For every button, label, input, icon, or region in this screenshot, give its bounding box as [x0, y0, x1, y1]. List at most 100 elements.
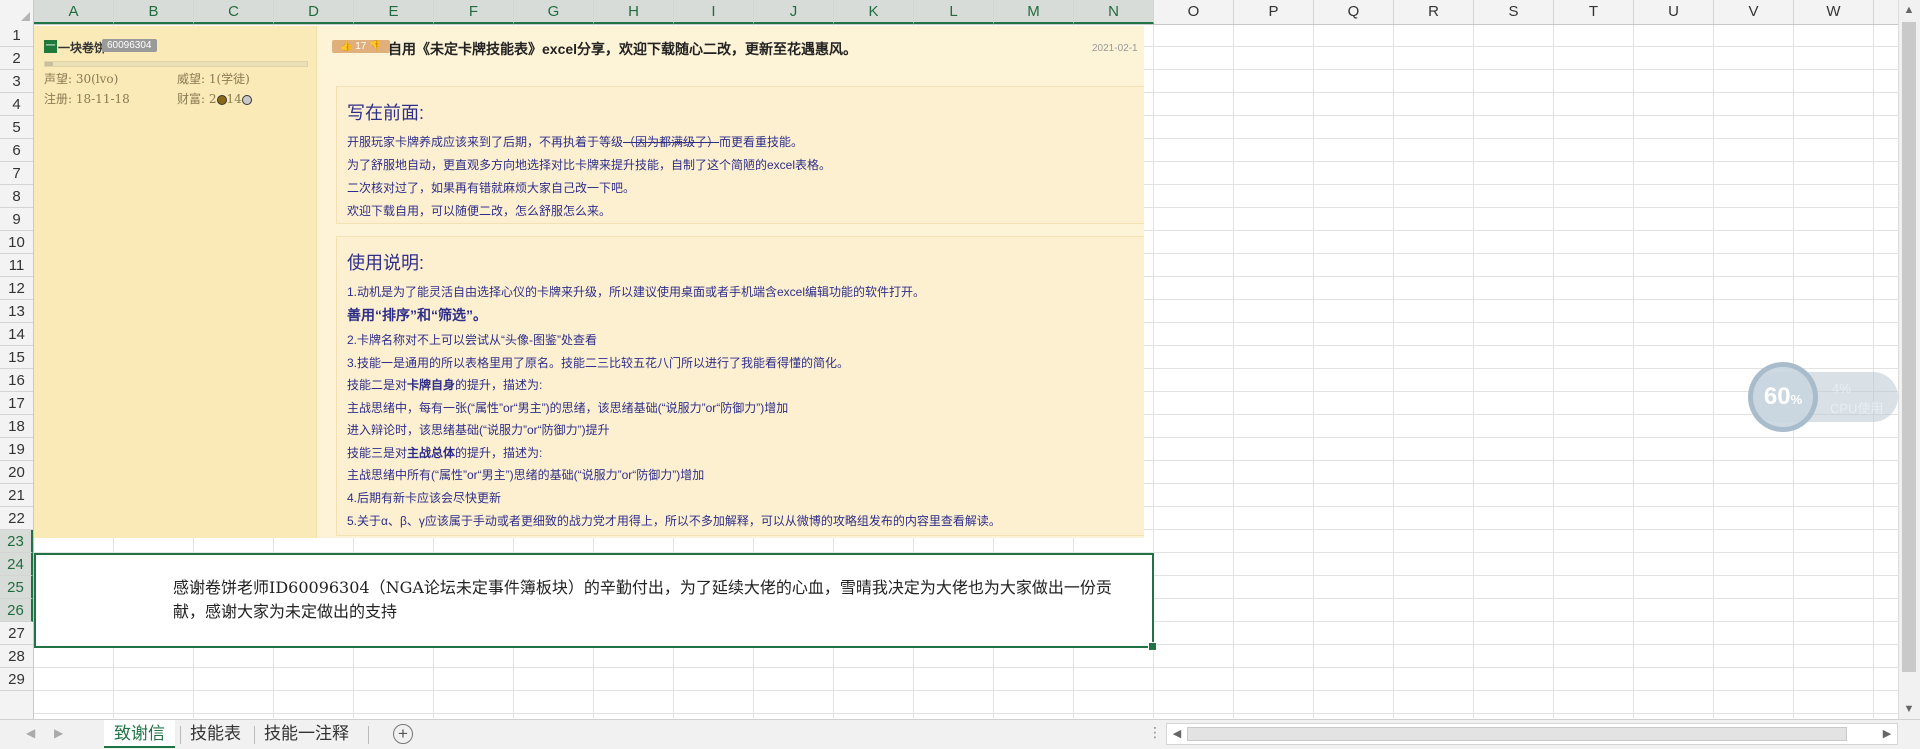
- row-header-11[interactable]: 11: [0, 254, 33, 277]
- intro-heading: 写在前面:: [347, 103, 425, 123]
- column-header-N[interactable]: N: [1074, 0, 1154, 24]
- column-header-F[interactable]: F: [434, 0, 514, 24]
- column-header-R[interactable]: R: [1394, 0, 1474, 24]
- column-header-G[interactable]: G: [514, 0, 594, 24]
- select-all-corner[interactable]: [0, 0, 34, 24]
- tab-scroll-right-icon[interactable]: ▶: [54, 726, 63, 740]
- row-header-9[interactable]: 9: [0, 208, 33, 231]
- coin-icon: [216, 94, 227, 105]
- usage-line-5: 技能二是对卡牌自身的提升，描述为:: [347, 378, 543, 392]
- column-header-D[interactable]: D: [274, 0, 354, 24]
- column-header-K[interactable]: K: [834, 0, 914, 24]
- usage-line-2: 善用“排序”和“筛选”。: [347, 307, 487, 323]
- like-count-badge: 👍 17 👎: [332, 40, 390, 53]
- usage-line-8: 技能三是对主战总体的提升，描述为:: [347, 446, 543, 460]
- register-label: 注册: 18-11-18: [44, 92, 130, 106]
- tab-skills[interactable]: 技能表: [180, 720, 251, 748]
- usage-line-9: 主战思绪中所有(“属性”or“男主”)思绪的基础(“说服力”or“防御力”)增加: [347, 468, 705, 482]
- row-header-13[interactable]: 13: [0, 300, 33, 323]
- column-header-Q[interactable]: Q: [1314, 0, 1394, 24]
- row-header-24[interactable]: 24: [0, 553, 33, 576]
- vertical-scroll-thumb[interactable]: [1902, 22, 1916, 672]
- column-header-V[interactable]: V: [1714, 0, 1794, 24]
- spreadsheet: ABCDEFGHIJKLMNOPQRSTUVW 1 2 3 4 5 6 7 8 9 10 11 12 1…: [0, 0, 1920, 749]
- row-header-18[interactable]: 18: [0, 415, 33, 438]
- intro-line-3: 二次核对过了，如果再有错就麻烦大家自己改一下吧。: [347, 181, 636, 195]
- post-author-panel: 一 一块卷饼 60096304 声望: 30(lvo) 威望: 1(学徒) 注册…: [34, 26, 317, 538]
- add-sheet-icon[interactable]: +: [393, 724, 413, 744]
- forum-post-image[interactable]: 一 一块卷饼 60096304 声望: 30(lvo) 威望: 1(学徒) 注册…: [34, 26, 1144, 538]
- horizontal-scrollbar[interactable]: ◀ ▶: [1166, 723, 1898, 745]
- row-header-14[interactable]: 14: [0, 323, 33, 346]
- column-header-T[interactable]: T: [1554, 0, 1634, 24]
- post-username: 一块卷饼: [58, 41, 107, 55]
- scroll-right-icon[interactable]: ▶: [1877, 727, 1897, 740]
- row-header-27[interactable]: 27: [0, 622, 33, 645]
- row-header-12[interactable]: 12: [0, 277, 33, 300]
- row-header-8[interactable]: 8: [0, 185, 33, 208]
- tab-thanks[interactable]: 致谢信: [104, 720, 175, 748]
- row-header-25[interactable]: 25: [0, 576, 33, 599]
- usage-line-3: 2.卡牌名称对不上可以尝试从“头像-图鉴”处查看: [347, 333, 597, 347]
- row-header-17[interactable]: 17: [0, 392, 33, 415]
- column-header-B[interactable]: B: [114, 0, 194, 24]
- row-header-19[interactable]: 19: [0, 438, 33, 461]
- row-header-4[interactable]: 4: [0, 93, 33, 116]
- row-header-2[interactable]: 2: [0, 47, 33, 70]
- column-header-C[interactable]: C: [194, 0, 274, 24]
- scroll-left-icon[interactable]: ◀: [1167, 727, 1187, 740]
- row-header-5[interactable]: 5: [0, 116, 33, 139]
- column-header-P[interactable]: P: [1234, 0, 1314, 24]
- tab-skill-notes[interactable]: 技能一注释: [254, 720, 359, 748]
- column-header-J[interactable]: J: [754, 0, 834, 24]
- row-header-26[interactable]: 26: [0, 599, 33, 622]
- column-header-L[interactable]: L: [914, 0, 994, 24]
- column-header-bar: ABCDEFGHIJKLMNOPQRSTUVW: [0, 0, 1898, 25]
- wealth-label: 财富: 2 14: [177, 90, 252, 107]
- row-header-23[interactable]: 23: [0, 530, 33, 553]
- column-header-O[interactable]: O: [1154, 0, 1234, 24]
- usage-line-7: 进入辩论时，该思绪基础(“说服力”or“防御力”)提升: [347, 423, 610, 437]
- row-header-3[interactable]: 3: [0, 70, 33, 93]
- row-header-20[interactable]: 20: [0, 461, 33, 484]
- row-header-7[interactable]: 7: [0, 162, 33, 185]
- usage-line-1: 1.动机是为了能灵活自由选择心仪的卡牌来升级，所以建议使用桌面或者手机端含exc…: [347, 285, 926, 299]
- row-header-21[interactable]: 21: [0, 484, 33, 507]
- intro-line-1: 开服玩家卡牌养成应该来到了后期，不再执着于等级（因为都满级了）而更看重技能。: [347, 135, 804, 149]
- column-header-E[interactable]: E: [354, 0, 434, 24]
- intro-line-2: 为了舒服地自动，更直观多方向地选择对比卡牌来提升技能，自制了这个简陋的excel…: [347, 158, 832, 172]
- vertical-scrollbar[interactable]: ▲ ▼: [1898, 0, 1920, 719]
- user-progress-bar: [44, 61, 308, 67]
- row-header-16[interactable]: 16: [0, 369, 33, 392]
- tab-scroll-left-icon[interactable]: ◀: [26, 726, 35, 740]
- column-header-W[interactable]: W: [1794, 0, 1874, 24]
- prestige-label: 声望: 30(lvo): [44, 72, 119, 86]
- scroll-down-icon[interactable]: ▼: [1899, 703, 1919, 715]
- fill-handle[interactable]: [1148, 642, 1157, 651]
- user-level-icon: 一: [44, 40, 57, 53]
- coin-icon: [241, 94, 252, 105]
- row-header-22[interactable]: 22: [0, 507, 33, 530]
- row-header-6[interactable]: 6: [0, 139, 33, 162]
- splitter-handle-icon[interactable]: ⋮: [1148, 724, 1162, 741]
- column-header-S[interactable]: S: [1474, 0, 1554, 24]
- column-header-H[interactable]: H: [594, 0, 674, 24]
- column-header-M[interactable]: M: [994, 0, 1074, 24]
- selected-merged-cell[interactable]: 感谢卷饼老师ID60096304（NGA论坛未定事件簿板块）的辛勤付出，为了延续…: [34, 553, 1157, 651]
- usage-line-11: 5.关于α、β、γ应该属于手动或者更细致的战力党才用得上，所以不多加解释，可以从…: [347, 514, 1001, 528]
- row-header-1[interactable]: 1: [0, 24, 33, 47]
- row-header-10[interactable]: 10: [0, 231, 33, 254]
- column-header-A[interactable]: A: [34, 0, 114, 24]
- intro-line-4: 欢迎下载自用，可以随便二改，怎么舒服怎么来。: [347, 204, 612, 218]
- row-header-15[interactable]: 15: [0, 346, 33, 369]
- cpu-percent: 4%: [1832, 381, 1851, 396]
- row-header-28[interactable]: 28: [0, 645, 33, 668]
- cpu-usage-widget[interactable]: 60% 4% CPU使用: [1748, 362, 1898, 432]
- intro-section: 写在前面: 开服玩家卡牌养成应该来到了后期，不再执着于等级（因为都满级了）而更看…: [336, 86, 1144, 224]
- cpu-label: CPU使用: [1830, 401, 1884, 416]
- scroll-up-icon[interactable]: ▲: [1899, 4, 1919, 16]
- horizontal-scroll-thumb[interactable]: [1187, 727, 1847, 741]
- row-header-29[interactable]: 29: [0, 668, 33, 691]
- column-header-I[interactable]: I: [674, 0, 754, 24]
- column-header-U[interactable]: U: [1634, 0, 1714, 24]
